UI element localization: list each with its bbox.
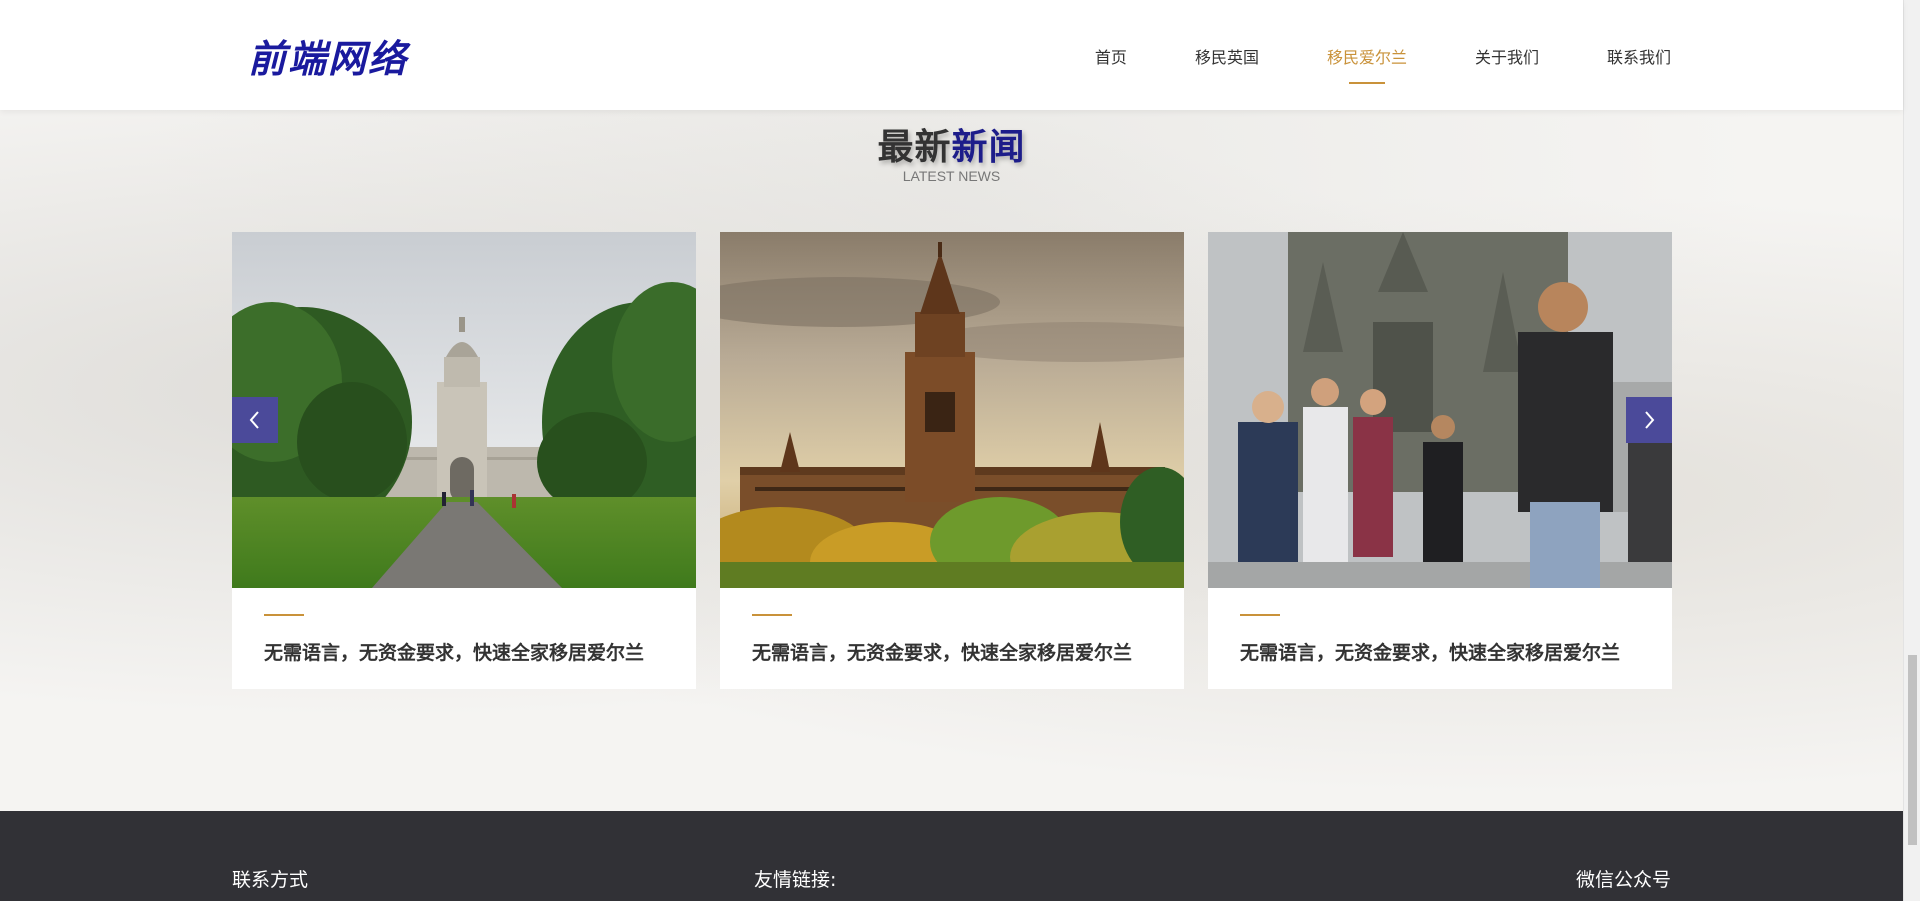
news-card[interactable]: 无需语言，无资金要求，快速全家移居爱尔兰 bbox=[1208, 232, 1672, 689]
news-card-image[interactable] bbox=[720, 232, 1184, 588]
site-logo[interactable]: 前端网络 bbox=[248, 28, 408, 83]
footer-links-heading: 友情链接: bbox=[754, 869, 837, 891]
nav-item-contact[interactable]: 联系我们 bbox=[1607, 44, 1671, 68]
section-title-part2: 新闻 bbox=[951, 127, 1026, 168]
news-card-image[interactable] bbox=[1208, 232, 1672, 588]
chevron-left-icon bbox=[249, 411, 259, 429]
footer-contact-heading: 联系方式 bbox=[232, 869, 309, 891]
footer-wechat-heading: 微信公众号 bbox=[1575, 869, 1671, 891]
news-card-title[interactable]: 无需语言，无资金要求，快速全家移居爱尔兰 bbox=[752, 638, 1132, 665]
news-card[interactable]: 无需语言，无资金要求，快速全家移居爱尔兰 bbox=[720, 232, 1184, 689]
card-accent-line bbox=[1240, 614, 1280, 616]
site-header: 前端网络 首页 移民英国 移民爱尔兰 关于我们 联系我们 bbox=[0, 0, 1903, 110]
nav-item-about[interactable]: 关于我们 bbox=[1475, 44, 1539, 68]
nav-item-uk-immigration[interactable]: 移民英国 bbox=[1195, 44, 1259, 68]
scrollbar-thumb[interactable] bbox=[1908, 655, 1917, 845]
news-card-title[interactable]: 无需语言，无资金要求，快速全家移居爱尔兰 bbox=[1240, 638, 1620, 665]
news-card-image[interactable] bbox=[232, 232, 696, 588]
site-footer: 联系方式 友情链接: 微信公众号 bbox=[0, 811, 1903, 901]
card-accent-line bbox=[752, 614, 792, 616]
news-card-title[interactable]: 无需语言，无资金要求，快速全家移居爱尔兰 bbox=[264, 638, 644, 665]
section-title-part1: 最新 bbox=[877, 127, 952, 168]
section-subtitle: LATEST NEWS bbox=[902, 168, 1001, 184]
nav-item-ireland-immigration[interactable]: 移民爱尔兰 bbox=[1327, 44, 1407, 68]
carousel-next-button[interactable] bbox=[1626, 397, 1672, 443]
section-title: 最新新闻 bbox=[0, 118, 1903, 170]
chevron-right-icon bbox=[1645, 411, 1655, 429]
carousel-prev-button[interactable] bbox=[232, 397, 278, 443]
main-nav: 首页 移民英国 移民爱尔兰 关于我们 联系我们 bbox=[1027, 44, 1671, 68]
nav-item-home[interactable]: 首页 bbox=[1095, 44, 1127, 68]
news-card[interactable]: 无需语言，无资金要求，快速全家移居爱尔兰 bbox=[232, 232, 696, 689]
page-scrollbar[interactable] bbox=[1903, 0, 1920, 901]
card-accent-line bbox=[264, 614, 304, 616]
